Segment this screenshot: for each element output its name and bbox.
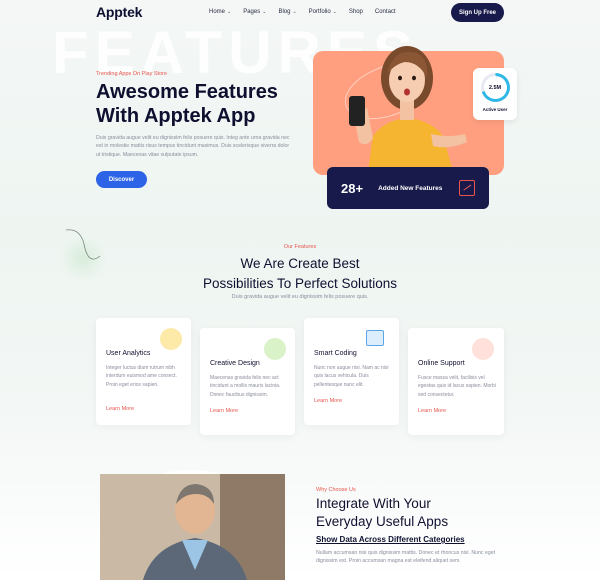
active-user-label: Active User [482, 107, 508, 112]
feature-title: Smart Coding [314, 350, 357, 357]
progress-ring: 2.5M [480, 73, 510, 102]
features-title: We Are Create Best Possibilities To Perf… [0, 254, 600, 294]
features-count: 28+ [341, 180, 364, 196]
features-label: Added New Features [378, 184, 443, 192]
chevron-down-icon: ⌄ [262, 9, 267, 15]
menu-label: Blog [278, 9, 291, 15]
sign-up-button[interactable]: Sign Up Free [451, 3, 504, 22]
menu-item-home[interactable]: Home ⌄ [209, 9, 231, 15]
features-subtitle: Duis gravida augue velit eu dignissim fe… [231, 294, 369, 300]
learn-more-link[interactable]: Learn More [106, 406, 134, 412]
learn-more-link[interactable]: Learn More [210, 408, 238, 414]
features-tag: Our Features [283, 244, 317, 250]
menu-label: Contact [374, 9, 396, 15]
feature-text: Nunc non augue nisi. Nam ac nisi quis la… [314, 365, 389, 388]
chevron-down-icon: ⌄ [292, 9, 297, 15]
why-title-line2: Everyday Useful Apps [316, 514, 449, 529]
why-subtitle: Show Data Across Different Categories [316, 535, 465, 544]
feature-card-smart-coding: Smart Coding Nunc non augue nisi. Nam ac… [304, 318, 399, 425]
features-title-line2: Possibilities To Perfect Solutions [202, 276, 398, 291]
feature-text: Maecenas gravida felis nec act tincidunt… [210, 375, 281, 398]
menu-item-portfolio[interactable]: Portfolio ⌄ [309, 9, 337, 15]
menu-item-shop[interactable]: Shop [349, 9, 363, 15]
design-icon [264, 338, 286, 360]
feature-card-online-support: Online Support Fusce massa velit, facili… [408, 328, 504, 435]
learn-more-link[interactable]: Learn More [314, 398, 342, 404]
active-user-value: 2.5M [483, 76, 507, 99]
feature-title: Creative Design [210, 360, 260, 367]
man-at-laptop-image [100, 474, 285, 580]
menu-label: Home [209, 9, 226, 15]
discover-button[interactable]: Discover [96, 171, 147, 188]
menu-item-contact[interactable]: Contact [375, 9, 396, 15]
features-badge: 28+ Added New Features [327, 167, 489, 209]
chevron-down-icon: ⌄ [332, 9, 337, 15]
why-tag: Why Choose Us [316, 487, 356, 493]
hero-tag: Trending Apps On Play Store [96, 71, 168, 77]
features-title-line1: We Are Create Best [240, 256, 360, 271]
why-title-line1: Integrate With Your [316, 496, 431, 511]
analytics-icon [160, 328, 182, 350]
feature-card-user-analytics: User Analytics Integer luctus diam rutru… [96, 318, 191, 425]
support-icon [472, 338, 494, 360]
hero-description: Duis gravida augue velit eu dignissim fe… [96, 135, 290, 158]
feature-card-creative-design: Creative Design Maecenas gravida felis n… [200, 328, 295, 435]
menu-label: Portfolio [308, 9, 331, 15]
why-title: Integrate With Your Everyday Useful Apps [316, 495, 516, 531]
landing-page: Apptek Home ⌄ Pages ⌄ Blog ⌄ Portfolio ⌄ Sho… [0, 0, 600, 580]
menu-label: Shop [348, 9, 363, 15]
feature-title: Online Support [418, 360, 465, 367]
menu-item-pages[interactable]: Pages ⌄ [243, 9, 266, 15]
chevron-down-icon: ⌄ [227, 9, 232, 15]
menu-label: Pages [243, 9, 261, 15]
learn-more-link[interactable]: Learn More [418, 408, 446, 414]
main-menu: Home ⌄ Pages ⌄ Blog ⌄ Portfolio ⌄ Shop Conta… [209, 9, 396, 15]
why-description: Nullam accumsan nisi quis dignissim matt… [316, 550, 496, 565]
menu-item-blog[interactable]: Blog ⌄ [278, 9, 296, 15]
feature-text: Fusce massa velit, facilisis vel egestas… [418, 375, 496, 398]
code-icon [366, 330, 384, 346]
chart-icon [459, 180, 475, 196]
feature-text: Integer luctus diam rutrum nibh interdum… [106, 365, 177, 388]
feature-title: User Analytics [106, 350, 151, 357]
woman-with-phone-image [349, 46, 467, 178]
active-user-widget: 2.5M Active User [473, 68, 517, 120]
hero-title: Awesome Features With Apptek App [96, 81, 278, 127]
